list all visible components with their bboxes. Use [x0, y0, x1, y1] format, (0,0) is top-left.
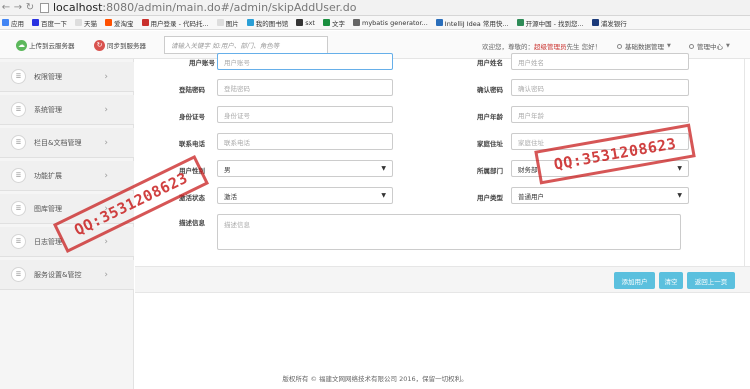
- bookmark-item[interactable]: sxt: [296, 19, 315, 27]
- bookmark-icon: [141, 19, 149, 26]
- back-button[interactable]: 返回上一页: [687, 272, 735, 289]
- bookmark-item[interactable]: 开源中国 - 找到您...: [516, 18, 584, 28]
- bookmark-icon: [296, 19, 304, 26]
- caret-down-icon: ▼: [677, 165, 682, 172]
- circle-icon: [617, 43, 622, 49]
- add-user-button[interactable]: 添加用户: [614, 272, 655, 289]
- bookmark-item[interactable]: 我的图书馆: [246, 18, 288, 28]
- list-icon: ☰: [11, 135, 26, 150]
- sidebar-item-column-doc[interactable]: ☰ 栏目&文档管理 ›: [0, 128, 134, 158]
- bookmark-icon: [246, 19, 254, 26]
- search-input[interactable]: 请输入关键字 如:用户、部门、角色等: [164, 36, 328, 54]
- copyright-text: 版权所有 © 福建文网网络技术有限公司 2016，保留一切权利。: [282, 375, 468, 383]
- confirm-password-label: 确认密码: [477, 86, 503, 94]
- list-icon: ☰: [11, 69, 26, 84]
- bookmark-item[interactable]: 图片: [216, 18, 239, 28]
- sidebar-item-extension[interactable]: ☰ 功能扩展 ›: [0, 161, 134, 191]
- form-actions-bar: 添加用户 清空 返回上一页: [135, 266, 750, 293]
- status-select[interactable]: 激活 ▼: [217, 187, 393, 204]
- id-card-input[interactable]: 身份证号: [217, 106, 393, 123]
- bookmarks-bar: 应用 百度一下 天猫 爱淘宝 用户登录 - 代码托... 图片 我的图书馆 sxt 文字 myba…: [0, 16, 750, 30]
- sidebar-item-service[interactable]: ☰ 服务设置&管控 ›: [0, 260, 134, 290]
- bookmark-item[interactable]: mybatis generator...: [352, 19, 428, 27]
- list-icon: ☰: [11, 168, 26, 183]
- caret-down-icon: ▼: [381, 165, 386, 172]
- bookmark-item[interactable]: 爱淘宝: [105, 18, 134, 28]
- bookmark-item[interactable]: IntelliJ Idea 常用快...: [435, 18, 509, 28]
- user-type-select[interactable]: 普通用户 ▼: [511, 187, 689, 204]
- chevron-right-icon: ›: [104, 137, 108, 148]
- admin-center-menu[interactable]: 管理中心 ▼: [689, 41, 730, 51]
- bookmark-item[interactable]: 用户登录 - 代码托...: [141, 18, 209, 28]
- chevron-right-icon: ›: [104, 269, 108, 280]
- description-textarea[interactable]: 描述信息: [217, 214, 681, 250]
- bookmark-icon: [322, 19, 330, 26]
- bookmark-icon: [516, 19, 524, 26]
- chevron-right-icon: ›: [104, 170, 108, 181]
- caret-down-icon: ▼: [381, 192, 386, 199]
- age-label: 用户年龄: [477, 113, 503, 121]
- reload-icon[interactable]: ↻: [24, 1, 36, 15]
- department-label: 所属部门: [477, 167, 503, 175]
- id-card-label: 身份证号: [179, 113, 205, 121]
- caret-down-icon: ▼: [726, 43, 730, 49]
- basic-data-menu[interactable]: 基础数据管理 ▼: [617, 41, 671, 51]
- sync-server-button[interactable]: ↻ 同步到服务器: [94, 38, 146, 52]
- bookmark-icon: [2, 19, 9, 26]
- cloud-upload-icon: ☁: [16, 39, 27, 51]
- bookmark-icon: [32, 19, 39, 26]
- back-arrow-icon[interactable]: ←: [0, 1, 12, 15]
- browser-url-bar: ← → ↻ localhost:8080/admin/main.do#/admi…: [0, 0, 750, 16]
- sidebar-item-permission[interactable]: ☰ 权限管理 ›: [0, 62, 134, 92]
- list-icon: ☰: [11, 201, 26, 216]
- welcome-text: 欢迎您，尊敬的：超级管理员先生 您好！: [482, 43, 602, 51]
- confirm-password-input[interactable]: 确认密码: [511, 79, 689, 96]
- bookmark-item[interactable]: 文字: [322, 18, 345, 28]
- main-content: 用户账号 用户账号 用户姓名 用户姓名 登陆密码 登陆密码 确认密码 确认密码 …: [135, 53, 750, 389]
- bookmark-item[interactable]: 百度一下: [32, 18, 67, 28]
- chevron-right-icon: ›: [104, 71, 108, 82]
- bookmark-item[interactable]: 天猫: [75, 18, 97, 28]
- forward-arrow-icon[interactable]: →: [12, 1, 24, 15]
- bookmark-icon: [216, 19, 224, 26]
- list-icon: ☰: [11, 267, 26, 282]
- phone-input[interactable]: 联系电话: [217, 133, 393, 150]
- gender-select[interactable]: 男 ▼: [217, 160, 393, 177]
- username-input[interactable]: 用户账号: [217, 53, 393, 70]
- page-icon: [40, 2, 49, 13]
- age-input[interactable]: 用户年龄: [511, 106, 689, 123]
- bookmark-icon: [75, 19, 82, 26]
- upload-cloud-button[interactable]: ☁ 上传到云服务器: [16, 38, 75, 52]
- clear-button[interactable]: 清空: [659, 272, 683, 289]
- bookmark-item[interactable]: 应用: [2, 18, 24, 28]
- description-label: 描述信息: [179, 219, 205, 227]
- bookmark-icon: [352, 19, 360, 26]
- list-icon: ☰: [11, 234, 26, 249]
- circle-icon: [689, 43, 694, 49]
- realname-label: 用户姓名: [477, 59, 503, 67]
- bookmark-icon: [435, 19, 443, 26]
- sync-icon: ↻: [94, 39, 105, 51]
- password-input[interactable]: 登陆密码: [217, 79, 393, 96]
- bookmark-icon: [591, 19, 599, 26]
- url-field[interactable]: localhost:8080/admin/main.do#/admin/skip…: [53, 1, 356, 14]
- caret-down-icon: ▼: [667, 43, 671, 49]
- sidebar-item-system[interactable]: ☰ 系统管理 ›: [0, 95, 134, 125]
- user-type-label: 用户类型: [477, 194, 503, 202]
- caret-down-icon: ▼: [677, 192, 682, 199]
- chevron-right-icon: ›: [104, 104, 108, 115]
- address-label: 家庭住址: [477, 140, 503, 148]
- chevron-right-icon: ›: [104, 236, 108, 247]
- bookmark-icon: [105, 19, 112, 26]
- password-label: 登陆密码: [179, 86, 205, 94]
- list-icon: ☰: [11, 102, 26, 117]
- bookmark-item[interactable]: 浦发银行: [591, 18, 627, 28]
- username-label: 用户账号: [189, 59, 215, 67]
- realname-input[interactable]: 用户姓名: [511, 53, 689, 70]
- phone-label: 联系电话: [179, 140, 205, 148]
